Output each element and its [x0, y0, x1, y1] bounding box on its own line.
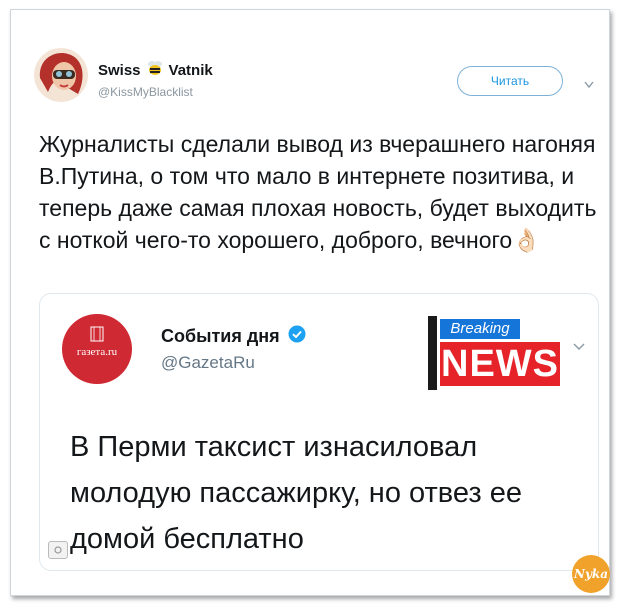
bee-icon: [147, 60, 163, 80]
quoted-avatar[interactable]: газета.ru: [62, 314, 132, 384]
badge-breaking-label: Breaking: [440, 319, 520, 339]
quoted-avatar-text: газета.ru: [76, 346, 118, 358]
quoted-author-name[interactable]: События дня: [161, 325, 306, 348]
verified-icon: [288, 325, 306, 348]
author-name[interactable]: Swiss Vatnik: [98, 60, 213, 80]
badge-side-bar: [428, 316, 437, 390]
gazeta-logo-icon: [90, 326, 104, 342]
author-avatar[interactable]: [34, 48, 88, 102]
tweet-text: Журналисты сделали вывод из вчерашнего н…: [39, 131, 597, 253]
tweet-card: Swiss Vatnik @KissMyBlacklist Читать Жур…: [10, 9, 610, 596]
quoted-tweet[interactable]: газета.ru События дня @GazetaRu Breaking…: [39, 293, 599, 571]
watermark-logo: Nyka: [572, 555, 610, 593]
breaking-news-badge: Breaking NEWS: [428, 316, 562, 390]
follow-button[interactable]: Читать: [457, 66, 563, 96]
quoted-tweet-text: В Перми таксист изнасиловал молодую пасс…: [70, 431, 522, 555]
chevron-down-icon[interactable]: [584, 76, 594, 89]
author-handle[interactable]: @KissMyBlacklist: [98, 85, 193, 99]
author-name-last: Vatnik: [168, 61, 213, 79]
badge-news-label: NEWS: [440, 342, 560, 386]
quoted-chevron-down-icon[interactable]: [573, 338, 585, 350]
media-icon[interactable]: [48, 541, 68, 559]
quoted-author-handle[interactable]: @GazetaRu: [161, 353, 255, 373]
author-name-first: Swiss: [98, 61, 141, 79]
quoted-author-name-text: События дня: [161, 326, 280, 346]
